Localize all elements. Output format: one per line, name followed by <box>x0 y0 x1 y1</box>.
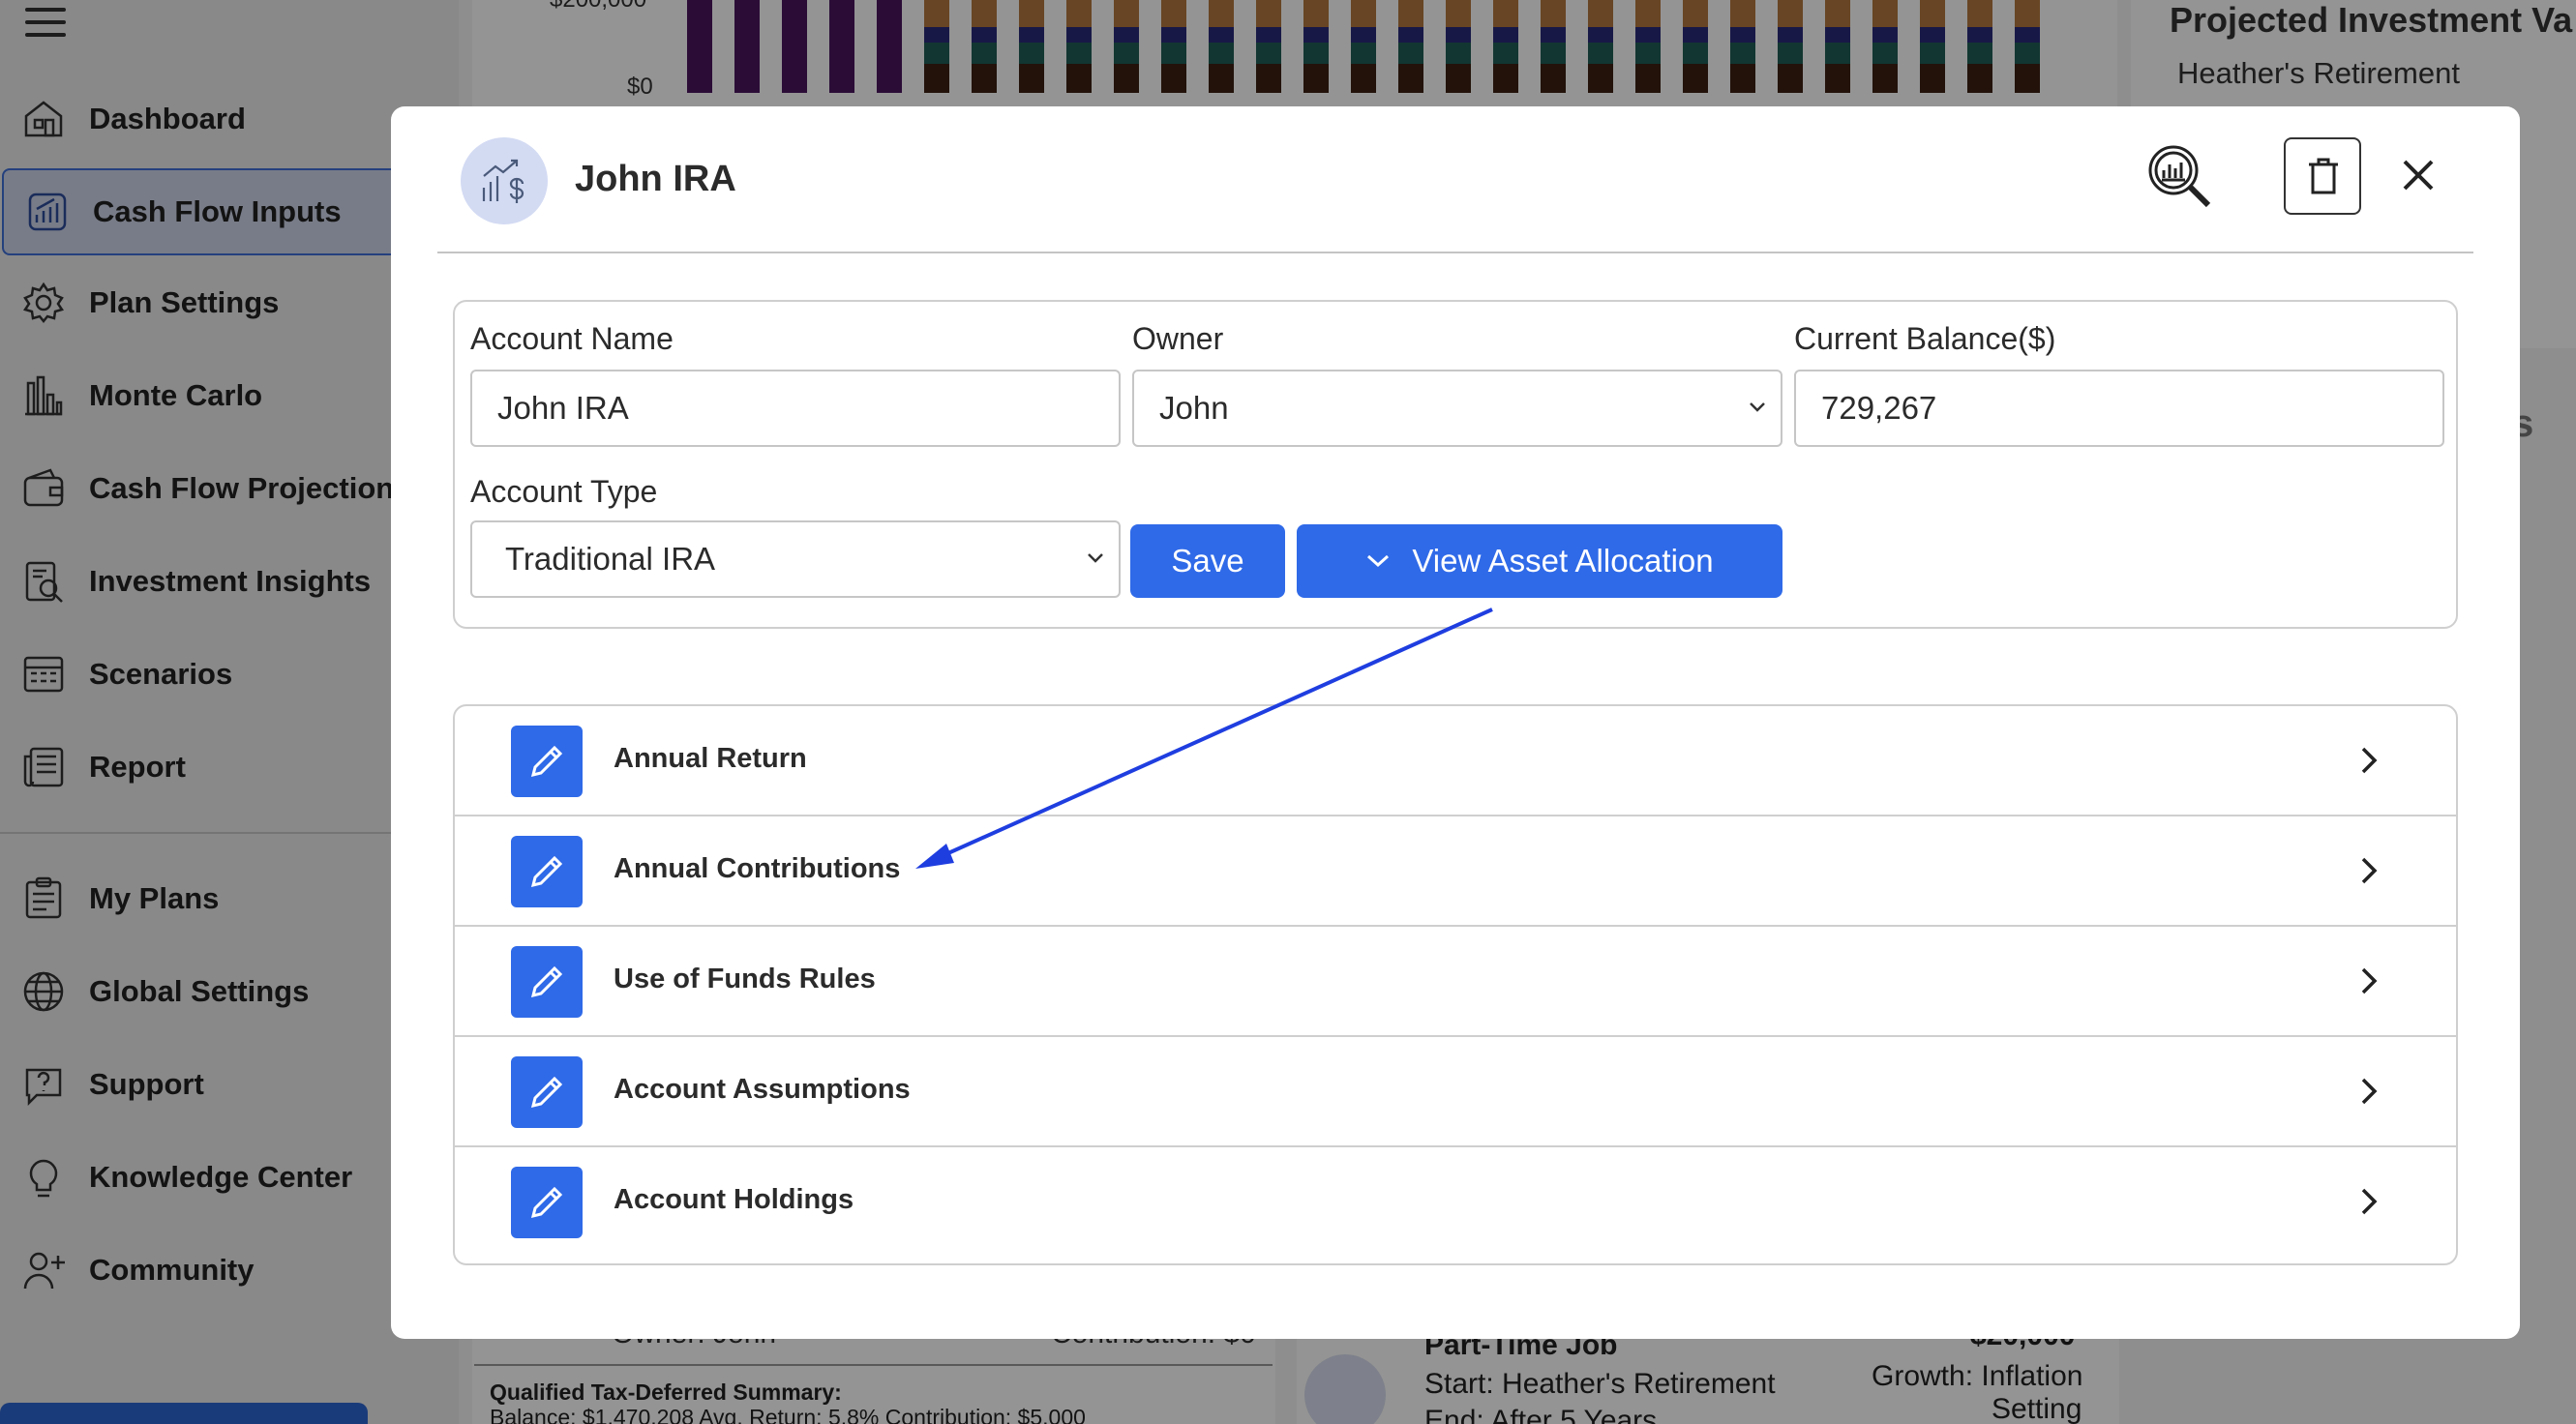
section-label: Use of Funds Rules <box>614 964 876 994</box>
save-button[interactable]: Save <box>1130 524 1285 598</box>
account-type-select[interactable]: Traditional IRA <box>470 520 1121 598</box>
chevron-down-icon <box>1750 402 1765 412</box>
section-row-account-assumptions[interactable]: Account Assumptions <box>455 1037 2456 1147</box>
chevron-right-icon <box>2361 967 2378 994</box>
section-label: Annual Return <box>614 743 807 774</box>
edit-button[interactable] <box>511 1056 583 1128</box>
chevron-right-icon <box>2361 747 2378 774</box>
trash-icon <box>2309 158 2338 194</box>
owner-label: Owner <box>1132 321 1224 356</box>
save-button-label: Save <box>1171 543 1244 578</box>
owner-value: John <box>1159 390 1229 426</box>
account-name-value: John IRA <box>497 390 629 426</box>
chevron-right-icon <box>2361 1188 2378 1215</box>
account-type-label: Account Type <box>470 474 658 509</box>
pencil-icon <box>530 855 563 888</box>
section-label: Account Holdings <box>614 1184 854 1215</box>
current-balance-label: Current Balance($) <box>1794 321 2056 356</box>
section-row-annual-contributions[interactable]: Annual Contributions <box>455 816 2456 927</box>
pencil-icon <box>530 965 563 998</box>
edit-button[interactable] <box>511 726 583 797</box>
chevron-down-icon <box>1088 553 1103 563</box>
section-row-account-holdings[interactable]: Account Holdings <box>455 1147 2456 1258</box>
section-label: Account Assumptions <box>614 1074 911 1105</box>
edit-button[interactable] <box>511 836 583 907</box>
section-row-use-of-funds-rules[interactable]: Use of Funds Rules <box>455 927 2456 1037</box>
owner-select[interactable]: John <box>1132 370 1782 447</box>
edit-button[interactable] <box>511 1167 583 1238</box>
pencil-icon <box>530 1186 563 1219</box>
section-label: Annual Contributions <box>614 853 901 884</box>
pencil-icon <box>530 1076 563 1109</box>
pencil-icon <box>530 745 563 778</box>
modal-title: John IRA <box>575 159 736 199</box>
view-asset-allocation-button[interactable]: View Asset Allocation <box>1297 524 1782 598</box>
chevron-right-icon <box>2361 1078 2378 1105</box>
account-name-label: Account Name <box>470 321 674 356</box>
account-sections-list: Annual Return Annual Contributions Use o… <box>453 704 2458 1265</box>
search-insights-icon[interactable] <box>2144 141 2214 211</box>
modal-header-divider <box>437 252 2473 253</box>
current-balance-value: 729,267 <box>1821 390 1937 426</box>
account-type-value: Traditional IRA <box>505 541 716 577</box>
account-name-field[interactable]: John IRA <box>470 370 1121 447</box>
account-chart-icon <box>461 137 548 224</box>
close-icon[interactable] <box>2394 151 2442 199</box>
chevron-right-icon <box>2361 857 2378 884</box>
view-asset-allocation-label: View Asset Allocation <box>1412 543 1714 578</box>
account-modal: John IRA Account Name John IRA Owner Joh… <box>391 106 2520 1339</box>
chevron-down-icon <box>1367 554 1390 568</box>
delete-button[interactable] <box>2284 137 2361 215</box>
edit-button[interactable] <box>511 946 583 1018</box>
current-balance-field[interactable]: 729,267 <box>1794 370 2444 447</box>
section-row-annual-return[interactable]: Annual Return <box>455 706 2456 816</box>
